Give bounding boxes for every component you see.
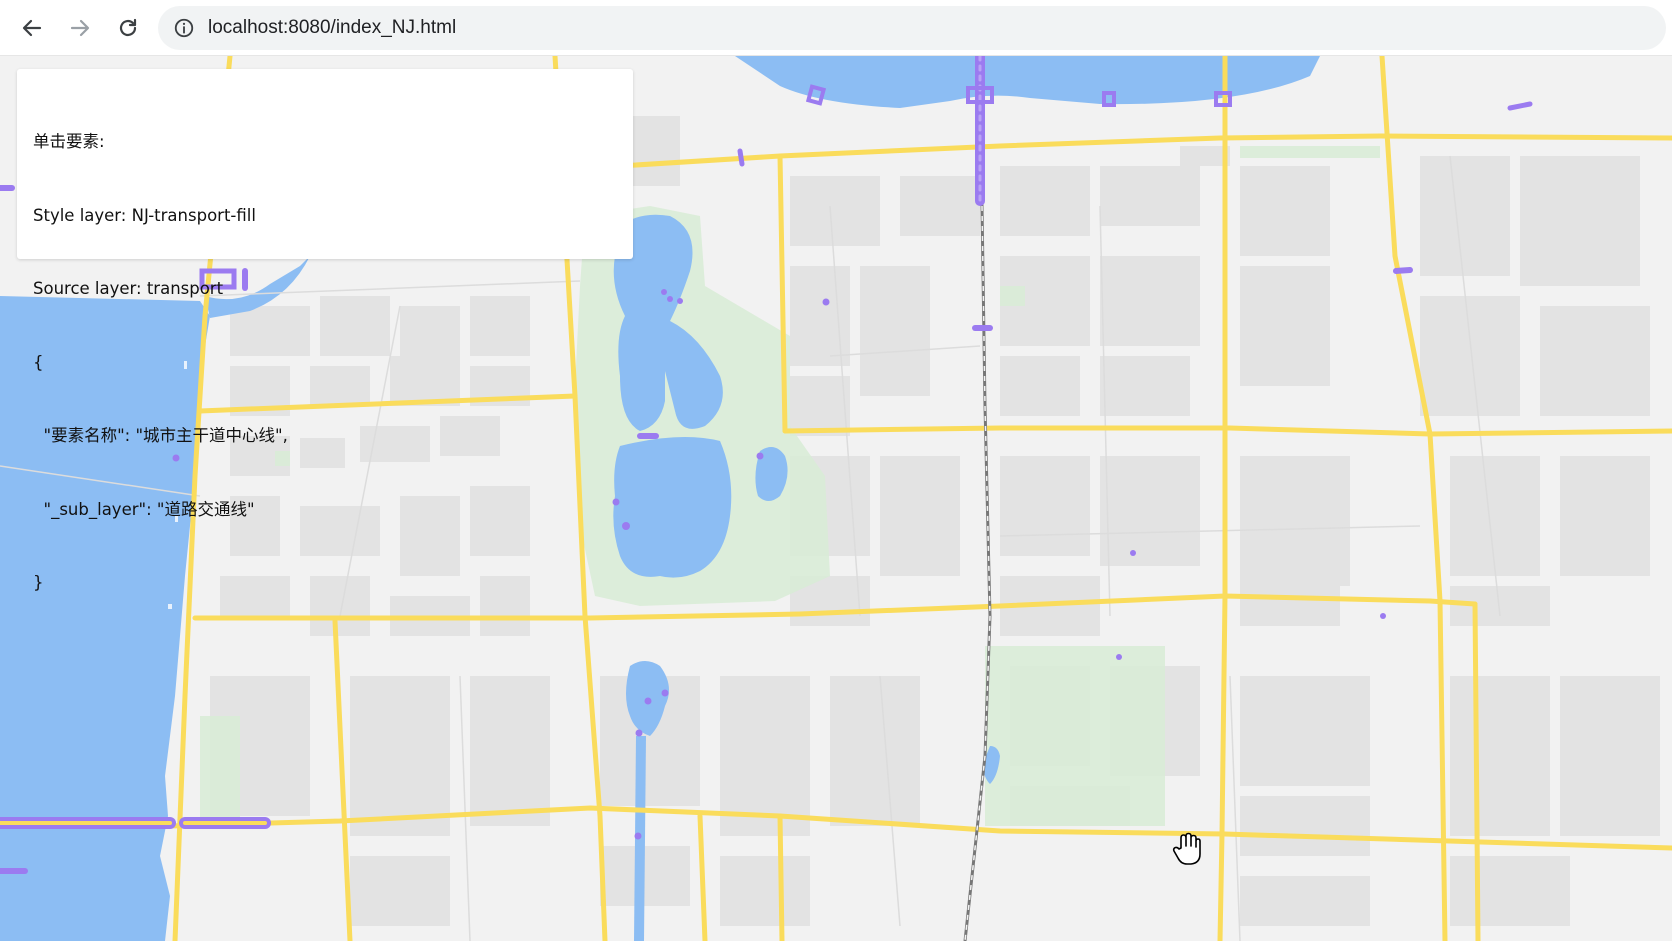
- url-text[interactable]: localhost:8080/index_NJ.html: [208, 17, 456, 39]
- park-south-west: [200, 716, 240, 826]
- popup-sub-layer: "_sub_layer": "道路交通线": [33, 499, 255, 519]
- reload-icon: [119, 18, 137, 37]
- feature-info-popup: 单击要素: Style layer: NJ-transport-fill Sou…: [17, 69, 633, 592]
- back-button[interactable]: [12, 8, 52, 48]
- browser-toolbar: localhost:8080/index_NJ.html: [0, 0, 1672, 56]
- popup-json-open: {: [33, 352, 44, 372]
- reload-button[interactable]: [108, 8, 148, 48]
- address-bar[interactable]: localhost:8080/index_NJ.html: [158, 6, 1666, 50]
- popup-json-close: }: [33, 573, 44, 592]
- park-south-east: [985, 646, 1165, 826]
- road-v9: [777, 813, 785, 941]
- park-strip: [1240, 146, 1380, 158]
- popup-feature-name: "要素名称": "城市主干道中心线",: [33, 426, 288, 445]
- info-circle-icon[interactable]: [172, 16, 196, 40]
- arrow-right-icon: [70, 19, 90, 37]
- popup-style-layer: Style layer: NJ-transport-fill: [33, 205, 256, 225]
- forward-button[interactable]: [60, 8, 100, 48]
- hand-pointer-icon: [1172, 832, 1202, 866]
- park-small-2: [1000, 286, 1025, 306]
- popup-source-layer: Source layer: transport: [33, 279, 224, 298]
- popup-title: 单击要素:: [33, 132, 105, 151]
- arrow-left-icon: [22, 19, 42, 37]
- road-v6: [1472, 601, 1481, 941]
